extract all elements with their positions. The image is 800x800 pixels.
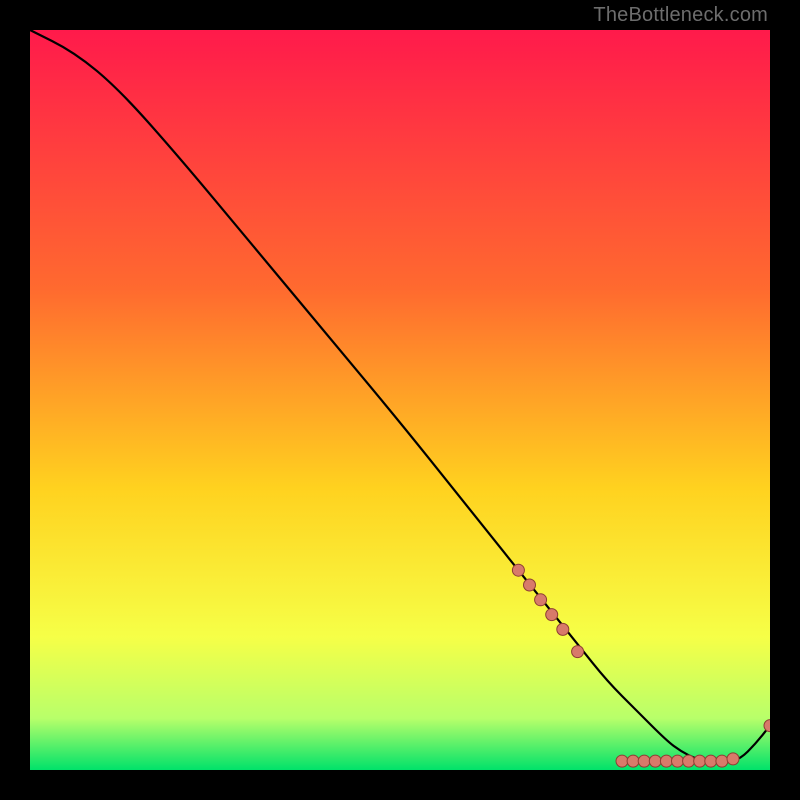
bottleneck-chart bbox=[30, 30, 770, 770]
data-marker bbox=[727, 753, 739, 765]
data-marker bbox=[660, 755, 672, 767]
data-marker bbox=[683, 755, 695, 767]
data-marker bbox=[572, 646, 584, 658]
data-marker bbox=[512, 564, 524, 576]
data-marker bbox=[705, 755, 717, 767]
data-marker bbox=[524, 579, 536, 591]
data-marker bbox=[716, 755, 728, 767]
data-marker bbox=[649, 755, 661, 767]
data-marker bbox=[672, 755, 684, 767]
data-marker bbox=[557, 623, 569, 635]
data-marker bbox=[546, 609, 558, 621]
data-marker bbox=[535, 594, 547, 606]
data-marker bbox=[638, 755, 650, 767]
data-marker bbox=[616, 755, 628, 767]
gradient-background bbox=[30, 30, 770, 770]
data-marker bbox=[694, 755, 706, 767]
watermark-text: TheBottleneck.com bbox=[593, 4, 768, 27]
data-marker bbox=[627, 755, 639, 767]
chart-frame bbox=[30, 30, 770, 770]
